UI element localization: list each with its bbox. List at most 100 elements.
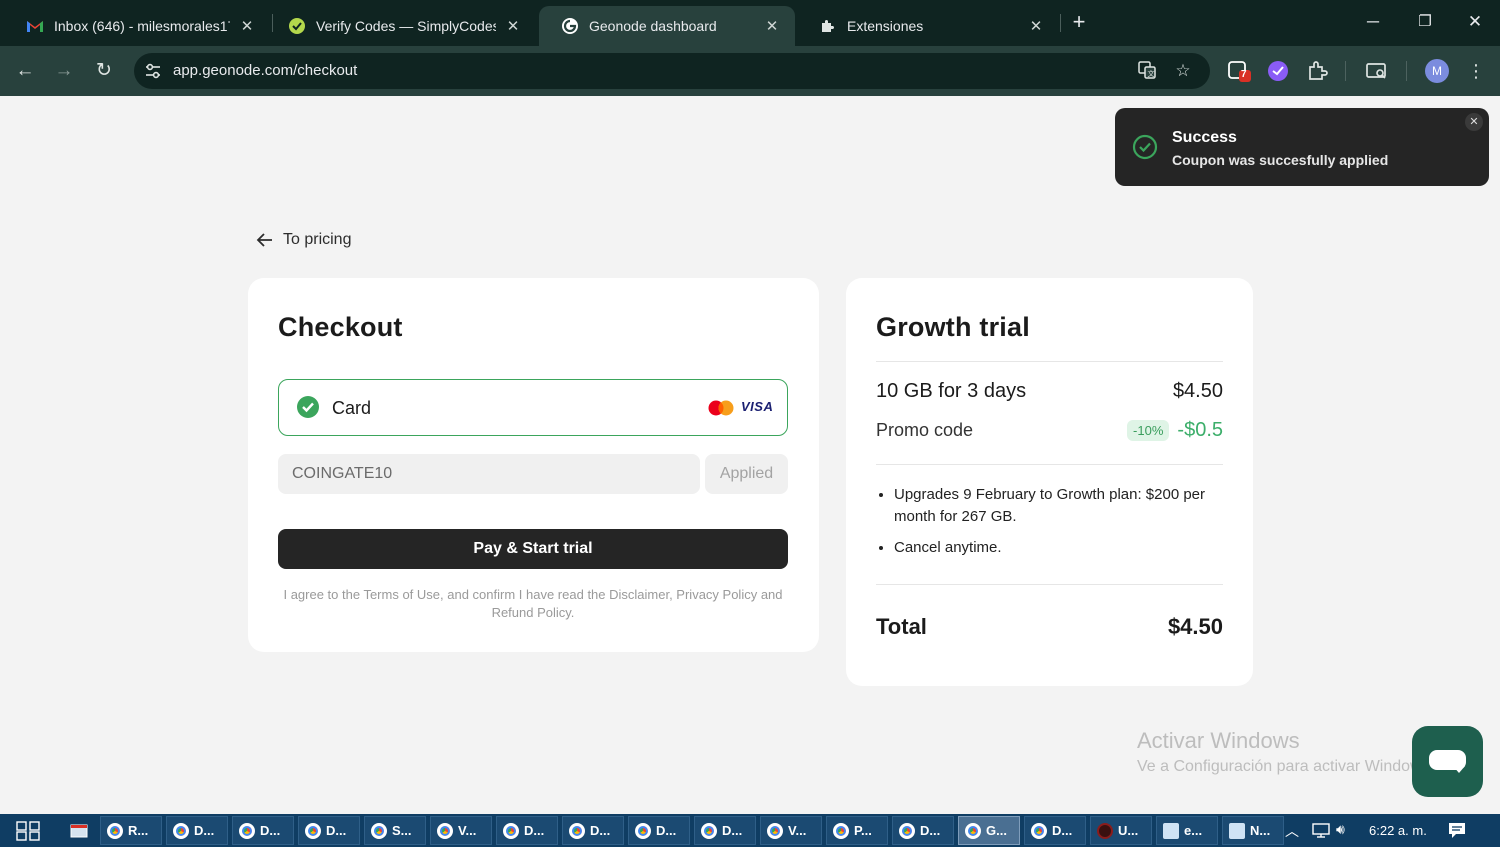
chrome-icon [107,822,123,839]
taskbar-app-button[interactable]: e... [1156,816,1218,845]
visa-logo: VISA [741,399,774,414]
taskbar-app-label: D... [590,823,611,838]
taskbar-app-button[interactable]: D... [496,816,558,845]
discount-group: -10% -$0.5 [1127,419,1223,442]
svg-text:文: 文 [1148,69,1155,78]
toolbar-separator [1406,61,1407,81]
taskbar-app-button[interactable]: D... [892,816,954,845]
chrome-icon [569,822,585,839]
close-tab-icon[interactable]: ✕ [238,17,256,35]
tab-title: Verify Codes — SimplyCodes [316,18,496,34]
toast-message: Coupon was succesfully applied [1172,152,1389,168]
desktop-icon[interactable] [70,823,88,839]
chrome-icon [305,822,321,839]
new-tab-button[interactable]: + [1068,10,1090,34]
close-tab-icon[interactable]: ✕ [1027,17,1045,35]
restore-icon[interactable]: ❐ [1410,8,1440,36]
taskbar-app-button[interactable]: R... [100,816,162,845]
windows-activation-watermark: Activar Windows Ve a Configuración para … [1137,728,1434,776]
notepad-icon [1163,822,1179,839]
close-tab-icon[interactable]: ✕ [504,17,522,35]
card-payment-option[interactable]: Card VISA [278,379,788,436]
taskbar-app-button[interactable]: D... [232,816,294,845]
more-menu-icon[interactable]: ⋮ [1462,57,1490,85]
chrome-icon [239,822,255,839]
watermark-subtitle: Ve a Configuración para activar Windows. [1137,758,1435,775]
forward-arrow-icon[interactable]: → [50,57,78,85]
clock[interactable]: 6:22 a. m. [1369,823,1427,838]
taskbar-app-button[interactable]: D... [298,816,360,845]
back-arrow-icon[interactable]: ← [11,57,39,85]
checkout-title: Checkout [278,312,403,342]
mastercard-icon [708,400,734,416]
taskbar-app-label: D... [260,823,281,838]
taskbar-app-button[interactable]: D... [694,816,756,845]
chrome-icon [965,822,981,839]
bookmark-star-icon[interactable]: ☆ [1172,60,1194,82]
taskbar-app-label: D... [920,823,941,838]
applied-button[interactable]: Applied [705,454,788,494]
promo-label: Promo code [876,420,974,440]
taskbar-app-button[interactable]: V... [760,816,822,845]
taskbar-app-label: S... [392,823,412,838]
notifications-icon[interactable] [1448,822,1466,839]
minimize-icon[interactable]: ─ [1358,8,1388,36]
taskbar-app-button[interactable]: D... [166,816,228,845]
tab-simplycodes[interactable]: Verify Codes — SimplyCodes ✕ [266,6,536,46]
tab-inbox[interactable]: Inbox (646) - milesmorales1704 ✕ [4,6,270,46]
chrome-icon [371,822,387,839]
site-settings-icon[interactable] [143,61,163,81]
chrome-icon [437,822,453,839]
chrome-icon [701,822,717,839]
checkout-page: To pricing Checkout Card VISA Applied Pa… [0,96,1500,814]
tab-extensiones[interactable]: Extensiones ✕ [797,6,1059,46]
simplycodes-icon [288,17,306,35]
taskbar-app-label: U... [1118,823,1139,838]
tab-geonode[interactable]: Geonode dashboard ✕ [539,6,795,46]
plan-row: 10 GB for 3 days $4.50 [876,380,1223,403]
taskbar-app-label: V... [458,823,477,838]
profile-avatar[interactable]: M [1425,59,1449,83]
close-tab-icon[interactable]: ✕ [763,17,781,35]
list-item: Cancel anytime. [894,537,1224,559]
toast-close-icon[interactable]: ✕ [1465,113,1483,131]
translate-icon[interactable]: 文 [1136,60,1158,82]
tab-title: Geonode dashboard [589,18,717,34]
network-icon[interactable] [1311,822,1331,839]
window-close-icon[interactable]: ✕ [1460,8,1490,36]
show-hidden-icons-icon[interactable]: ︿ [1285,821,1299,841]
address-bar[interactable]: app.geonode.com/checkout 文 ☆ [134,53,1210,89]
taskbar-app-button[interactable]: V... [430,816,492,845]
extension-badge-icon[interactable]: 7 [1228,59,1252,83]
reload-icon[interactable]: ↻ [90,57,118,85]
app-icon [1097,822,1113,839]
discount-amount: -$0.5 [1177,419,1223,441]
taskbar-app-button[interactable]: P... [826,816,888,845]
taskbar-app-button[interactable]: D... [628,816,690,845]
geonode-icon [561,17,579,35]
extensions-puzzle-icon[interactable] [1306,59,1330,83]
taskbar-app-button[interactable]: D... [1024,816,1086,845]
url-text: app.geonode.com/checkout [173,62,358,79]
chat-support-button[interactable] [1412,726,1483,797]
taskbar-app-button[interactable]: N... [1222,816,1284,845]
taskbar-app-label: V... [788,823,807,838]
taskbar-app-button[interactable]: D... [562,816,624,845]
total-value: $4.50 [1167,614,1223,639]
task-view-icon[interactable] [16,821,40,841]
taskbar-app-label: D... [656,823,677,838]
pay-start-trial-button[interactable]: Pay & Start trial [278,529,788,569]
taskbar-app-button[interactable]: S... [364,816,426,845]
terms-text: I agree to the Terms of Use, and confirm… [283,587,783,620]
puzzle-icon [819,17,837,35]
chrome-icon [635,822,651,839]
divider [876,361,1223,362]
plan-notes: Upgrades 9 February to Growth plan: $200… [894,484,1224,568]
to-pricing-link[interactable]: To pricing [255,230,351,250]
promo-code-input[interactable] [278,454,700,494]
taskbar-app-button[interactable]: U... [1090,816,1152,845]
taskbar-app-button[interactable]: G... [958,816,1020,845]
media-cast-icon[interactable] [1365,59,1389,83]
volume-icon[interactable]: 🔊︎ [1336,821,1345,838]
purple-extension-icon[interactable] [1266,59,1290,83]
